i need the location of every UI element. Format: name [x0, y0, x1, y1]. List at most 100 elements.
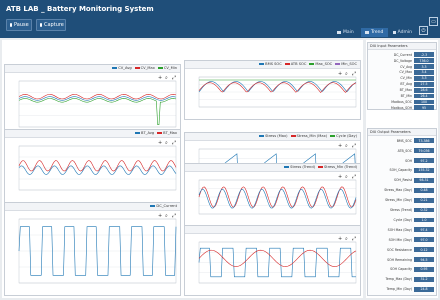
stress-trend-chart[interactable]: + ⌕ ⤢: [185, 172, 360, 226]
param-row: Stress_Max (Day) 0.48: [370, 187, 434, 194]
param-row: Temp_Min (Day) 24.8: [370, 286, 434, 293]
series-line: [18, 165, 177, 175]
legend-item[interactable]: Stress (Trend): [284, 165, 315, 169]
panel-header: DC_Current: [5, 203, 180, 211]
svg-text:⌕: ⌕: [165, 140, 168, 146]
tab-admin[interactable]: Admin: [389, 28, 416, 37]
panel-header: Stress (Trend) Stress_Min (Trend): [185, 164, 360, 172]
legend-item[interactable]: BMS SOC: [259, 62, 282, 66]
param-value: 27.5: [414, 81, 434, 87]
param-row: SOH_Capacity 155.32: [370, 168, 434, 174]
pause-button[interactable]: Pause: [6, 19, 32, 31]
power-icon[interactable]: ⏻: [419, 26, 428, 35]
legend-swatch: [259, 63, 265, 65]
chart-toolbar[interactable]: + ⌕ ⤢: [338, 143, 356, 149]
legend-item[interactable]: Min_SOC: [335, 62, 357, 66]
param-row: Modbus_SOH 95: [370, 105, 434, 111]
param-label: Modbus_SOH: [391, 105, 412, 110]
dc-current-chart[interactable]: + ⌕ ⤢: [5, 211, 180, 295]
battery-temp-chart[interactable]: + ⌕ ⤢: [5, 138, 180, 202]
param-row: BT_Max 28.6: [370, 87, 434, 93]
tab-trend[interactable]: Trend: [361, 28, 388, 37]
pause-icon: [10, 23, 12, 27]
chart-legend: DC_Current: [150, 204, 177, 208]
chart-toolbar[interactable]: + ⌕ ⤢: [338, 236, 356, 242]
legend-item[interactable]: CV_Avg: [112, 66, 132, 70]
legend-label: BT_Avg: [140, 131, 155, 135]
param-label: Stress_Max (Day): [384, 188, 412, 193]
panel-header: BT_Avg BT_Max: [5, 130, 180, 138]
legend-label: CV_Min: [163, 66, 177, 70]
chart-toolbar[interactable]: + ⌕ ⤢: [158, 75, 176, 81]
legend-item[interactable]: ATB SOC: [284, 62, 306, 66]
param-value: 98.31: [414, 177, 434, 183]
chart-toolbar[interactable]: + ⌕ ⤢: [158, 140, 176, 146]
legend-swatch: [290, 135, 296, 137]
legend-item[interactable]: CV_Max: [134, 66, 155, 70]
param-value: 95: [414, 105, 434, 111]
param-row: DC_Current -2.3: [370, 52, 434, 58]
param-row: BT_Min 26.4: [370, 93, 434, 99]
param-label: Stress (Trend): [389, 208, 412, 213]
param-value: 1.0: [414, 217, 434, 223]
output-params-box: DIU Output Parameters BMS_SOC 73.386 ATB_S…: [367, 128, 437, 296]
param-value: 100: [414, 99, 434, 105]
input-params-title: DIU Input Parameters: [368, 43, 436, 50]
svg-text:⌕: ⌕: [345, 71, 348, 77]
legend-label: Stress_Min (Trend): [324, 165, 357, 169]
soc-chart[interactable]: + ⌕ ⤢: [185, 69, 360, 119]
svg-text:⌕: ⌕: [165, 213, 168, 219]
param-label: CV_Max: [399, 70, 412, 75]
param-row: BT_Avg 27.5: [370, 81, 434, 88]
output-params-title: DIU Output Parameters: [368, 129, 436, 136]
legend-item[interactable]: Stress (Max): [259, 134, 288, 138]
pause-label: Pause: [14, 22, 29, 28]
svg-text:⌕: ⌕: [345, 143, 348, 149]
param-label: BMS_SOC: [396, 138, 412, 143]
legend-label: Cycle (Day): [336, 134, 357, 138]
param-row: Temp_Max (Day) 31.2: [370, 276, 434, 283]
panel-battery-temp: BT_Avg BT_Max + ⌕ ⤢: [4, 129, 181, 203]
param-value: 155.32: [414, 168, 434, 173]
param-row: CV_Max 3.4: [370, 70, 434, 76]
param-row: SOH 97.2: [370, 158, 434, 164]
param-value: -2.3: [414, 52, 434, 58]
capture-button[interactable]: Capture: [36, 19, 66, 31]
legend-item[interactable]: CV_Min: [157, 66, 177, 70]
legend-item[interactable]: Stress_Min (Trend): [318, 165, 357, 169]
chart-legend: BT_Avg BT_Max: [134, 131, 177, 135]
panel-header: CV_Avg CV_Max CV_Min: [5, 65, 180, 73]
svg-text:⤢: ⤢: [172, 140, 176, 146]
chart-toolbar[interactable]: + ⌕ ⤢: [338, 71, 356, 77]
legend-item[interactable]: BT_Avg: [134, 131, 155, 135]
window-icon[interactable]: ▭: [429, 17, 438, 26]
param-value: 24.8: [414, 286, 434, 292]
param-value: 79.036: [414, 148, 434, 154]
param-value: 0.21: [414, 197, 434, 203]
legend-item[interactable]: Cycle (Day): [330, 134, 357, 138]
svg-text:⤢: ⤢: [172, 213, 176, 219]
panel-soc: BMS SOC ATB SOC Max_SOC Min_SOC + ⌕ ⤢: [184, 60, 361, 120]
legend-label: Stress_Min (Max): [296, 134, 328, 138]
chart-toolbar[interactable]: + ⌕ ⤢: [338, 174, 356, 180]
legend-item[interactable]: DC_Current: [150, 204, 177, 208]
param-label: BT_Max: [399, 88, 412, 93]
legend-item[interactable]: Stress_Min (Max): [290, 134, 328, 138]
legend-item[interactable]: BT_Max: [157, 131, 177, 135]
svg-text:⌕: ⌕: [345, 236, 348, 242]
param-row: DC_Voltage 736.0: [370, 58, 434, 64]
legend-swatch: [157, 67, 163, 69]
legend-label: BMS SOC: [265, 62, 282, 66]
legend-item[interactable]: Max_SOC: [309, 62, 332, 66]
tab-main[interactable]: Main: [333, 28, 360, 37]
chart-legend: CV_Avg CV_Max CV_Min: [112, 66, 177, 70]
panel-dc-current: DC_Current + ⌕ ⤢: [4, 202, 181, 296]
svg-text:+: +: [338, 71, 342, 77]
legend-swatch: [112, 67, 118, 69]
chart-toolbar[interactable]: + ⌕ ⤢: [158, 213, 176, 219]
trend4-chart[interactable]: + ⌕ ⤢: [185, 234, 360, 295]
param-label: CV_Avg: [400, 64, 412, 69]
svg-text:⤢: ⤢: [352, 174, 356, 180]
param-value: 26.4: [414, 93, 434, 99]
grid-icon: [337, 31, 341, 34]
